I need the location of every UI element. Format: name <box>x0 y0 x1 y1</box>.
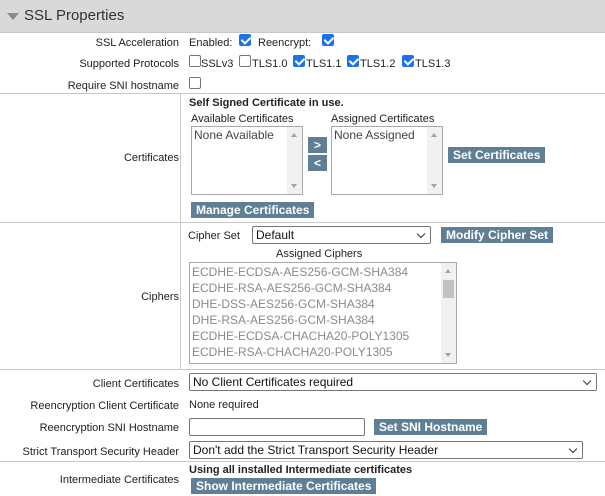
manage-certificates-button[interactable]: Manage Certificates <box>191 202 315 218</box>
collapse-triangle-icon[interactable] <box>7 13 19 20</box>
client-certificates-label: Client Certificates <box>92 378 179 390</box>
protocol-sslv3-label: SSLv3 <box>201 58 234 70</box>
divider <box>0 222 605 223</box>
chevron-down-icon <box>568 444 578 454</box>
cipher-item[interactable]: ECDHE-RSA-CHACHA20-POLY1305 <box>190 344 456 360</box>
assigned-certificates-label: Assigned Certificates <box>331 113 435 125</box>
ssl-acceleration-label: SSL Acceleration <box>95 37 179 49</box>
certificates-label: Certificates <box>123 152 179 164</box>
set-certificates-button[interactable]: Set Certificates <box>448 147 546 163</box>
move-left-button[interactable]: < <box>308 155 327 171</box>
cipher-set-select[interactable]: Default <box>252 226 431 244</box>
protocol-tls10-label: TLS1.0 <box>252 58 288 70</box>
chevron-down-icon <box>416 229 426 239</box>
protocol-tls13-label: TLS1.3 <box>415 58 451 70</box>
assigned-ciphers-label: Assigned Ciphers <box>276 248 363 260</box>
supported-protocols-label: Supported Protocols <box>79 58 179 70</box>
scrollbar[interactable] <box>441 263 456 363</box>
divider <box>0 93 605 94</box>
protocol-tls12-checkbox[interactable] <box>347 55 359 67</box>
divider <box>180 222 181 370</box>
divider <box>0 369 605 370</box>
cipher-set-value: Default <box>256 228 295 242</box>
divider <box>0 461 605 462</box>
reencryption-sni-label: Reencryption SNI Hostname <box>39 422 179 434</box>
reencryption-sni-value <box>190 419 193 433</box>
assigned-ciphers-list[interactable]: ECDHE-ECDSA-AES256-GCM-SHA384 ECDHE-RSA-… <box>189 262 457 364</box>
hsts-select[interactable]: Don't add the Strict Transport Security … <box>189 441 583 459</box>
scroll-down-icon[interactable] <box>445 353 451 357</box>
scroll-up-icon[interactable] <box>445 269 451 273</box>
hsts-value: Don't add the Strict Transport Security … <box>193 443 439 457</box>
chevron-down-icon <box>582 376 592 386</box>
set-sni-hostname-button[interactable]: Set SNI Hostname <box>374 419 488 435</box>
scroll-down-icon[interactable] <box>431 184 437 188</box>
protocol-tls13-checkbox[interactable] <box>402 55 414 67</box>
reencryption-sni-input[interactable] <box>189 418 365 436</box>
protocol-sslv3-checkbox[interactable] <box>189 55 201 67</box>
scrollbar-thumb[interactable] <box>443 280 454 298</box>
protocol-tls11-label: TLS1.1 <box>306 58 342 70</box>
cipher-item[interactable]: ECDHE-ECDSA-CHACHA20-POLY1305 <box>190 328 456 344</box>
cipher-item[interactable]: ECDHE-RSA-AES256-GCM-SHA384 <box>190 280 456 296</box>
cipher-item[interactable]: DHE-RSA-AES256-GCM-SHA384 <box>190 312 456 328</box>
modify-cipher-set-button[interactable]: Modify Cipher Set <box>441 227 554 243</box>
reencrypt-label: Reencrypt: <box>258 37 312 49</box>
cipher-set-label: Cipher Set <box>188 230 240 242</box>
require-sni-checkbox[interactable] <box>189 77 201 89</box>
divider <box>180 93 181 223</box>
move-right-button[interactable]: > <box>308 137 327 153</box>
available-certificates-list[interactable]: None Available <box>191 126 303 195</box>
protocol-tls11-checkbox[interactable] <box>293 55 305 67</box>
section-header[interactable]: SSL Properties <box>0 0 605 33</box>
available-certificates-label: Available Certificates <box>191 113 294 125</box>
certificate-status: Self Signed Certificate in use. <box>189 97 344 109</box>
intermediate-certificates-label: Intermediate Certificates <box>59 474 179 486</box>
section-title: SSL Properties <box>24 7 125 24</box>
cipher-item[interactable]: ECDHE-ECDSA-AES256-GCM-SHA384 <box>190 264 456 280</box>
client-certificates-value: No Client Certificates required <box>193 375 354 389</box>
cipher-item[interactable]: DHE-DSS-AES256-GCM-SHA384 <box>190 296 456 312</box>
list-item[interactable]: None Available <box>192 127 302 143</box>
reencryption-client-certificate-value: None required <box>189 399 259 411</box>
list-item[interactable]: None Assigned <box>332 127 442 143</box>
scrollbar[interactable] <box>427 127 442 194</box>
client-certificates-select[interactable]: No Client Certificates required <box>189 373 597 391</box>
enabled-label: Enabled: <box>189 37 233 49</box>
reencryption-client-certificate-label: Reencryption Client Certificate <box>30 400 179 412</box>
assigned-certificates-list[interactable]: None Assigned <box>331 126 443 195</box>
scroll-down-icon[interactable] <box>291 184 297 188</box>
show-intermediate-certificates-button[interactable]: Show Intermediate Certificates <box>191 478 377 494</box>
scrollbar[interactable] <box>287 127 302 194</box>
reencrypt-checkbox[interactable] <box>322 34 334 46</box>
hsts-label: Strict Transport Security Header <box>22 446 179 458</box>
scroll-up-icon[interactable] <box>291 133 297 137</box>
scroll-up-icon[interactable] <box>431 133 437 137</box>
require-sni-label: Require SNI hostname <box>67 80 179 92</box>
protocol-tls12-label: TLS1.2 <box>360 58 396 70</box>
ciphers-label: Ciphers <box>141 291 179 303</box>
protocol-tls10-checkbox[interactable] <box>239 55 251 67</box>
enabled-checkbox[interactable] <box>239 34 251 46</box>
intermediate-status: Using all installed Intermediate certifi… <box>189 464 413 476</box>
